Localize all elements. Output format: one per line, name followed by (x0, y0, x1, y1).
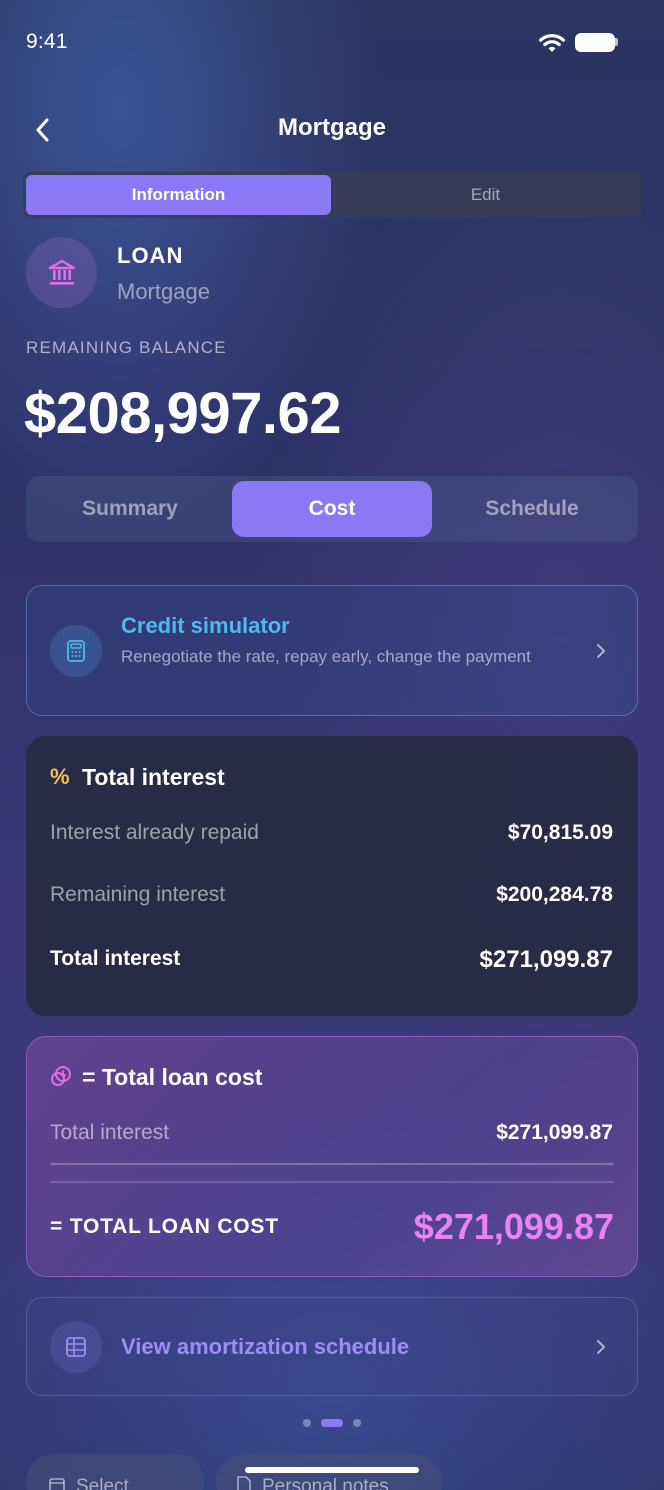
note-icon (237, 1476, 251, 1490)
amortization-label: View amortization schedule (121, 1334, 410, 1359)
loan-avatar (26, 237, 97, 308)
section-tabs: Summary Cost Schedule (26, 476, 638, 542)
divider (50, 1163, 614, 1165)
battery-tip (615, 38, 618, 46)
interest-repaid-label: Interest already repaid (50, 821, 259, 844)
amortization-icon-badge (50, 1321, 102, 1373)
balance-value: $208,997.62 (24, 381, 342, 446)
tab-schedule[interactable]: Schedule (432, 481, 632, 537)
battery-icon (575, 33, 615, 52)
select-label: Select (76, 1476, 129, 1490)
chevron-left-icon (36, 118, 49, 142)
bank-icon (48, 259, 75, 285)
back-button[interactable] (28, 114, 58, 146)
loan-name: Mortgage (117, 279, 210, 304)
total-loan-cost-label: = TOTAL LOAN COST (50, 1215, 279, 1238)
balance-label: REMAINING BALANCE (26, 338, 227, 357)
total-interest-label: Total interest (50, 947, 181, 970)
loan-cost-title: = Total loan cost (82, 1064, 263, 1090)
calendar-icon (49, 1478, 65, 1490)
select-button[interactable]: Select (26, 1454, 204, 1490)
loan-type-label: LOAN (117, 243, 184, 268)
percent-icon: % (50, 764, 70, 789)
page-dot[interactable] (303, 1419, 311, 1427)
personal-notes-label: Personal notes (262, 1476, 389, 1490)
home-indicator (245, 1467, 419, 1473)
table-icon (66, 1337, 86, 1357)
total-loan-cost-value: $271,099.87 (413, 1206, 614, 1247)
divider (50, 1181, 614, 1183)
chevron-right-icon (597, 644, 605, 658)
tab-information[interactable]: Information (26, 175, 331, 215)
loan-cost-interest-value: $271,099.87 (496, 1121, 613, 1144)
page-title: Mortgage (278, 114, 386, 141)
total-interest-value: $271,099.87 (479, 946, 613, 973)
loan-cost-interest-label: Total interest (50, 1121, 170, 1144)
tab-cost[interactable]: Cost (232, 481, 432, 537)
mode-segmented-control: Information Edit (23, 172, 641, 218)
status-time: 9:41 (26, 30, 68, 53)
chevron-right-icon (597, 1340, 605, 1354)
tab-summary[interactable]: Summary (30, 481, 230, 537)
coins-icon (51, 1066, 71, 1086)
remaining-interest-value: $200,284.78 (496, 883, 613, 906)
page-dot-active[interactable] (321, 1419, 343, 1427)
calculator-icon (67, 640, 85, 662)
simulator-description: Renegotiate the rate, repay early, chang… (121, 647, 531, 666)
simulator-icon-badge (50, 625, 102, 677)
remaining-interest-label: Remaining interest (50, 883, 226, 906)
interest-card-title: Total interest (82, 764, 225, 790)
simulator-title: Credit simulator (121, 613, 290, 638)
tab-edit[interactable]: Edit (333, 175, 638, 215)
page-dot[interactable] (353, 1419, 361, 1427)
wifi-icon (539, 34, 565, 52)
interest-repaid-value: $70,815.09 (507, 821, 613, 844)
